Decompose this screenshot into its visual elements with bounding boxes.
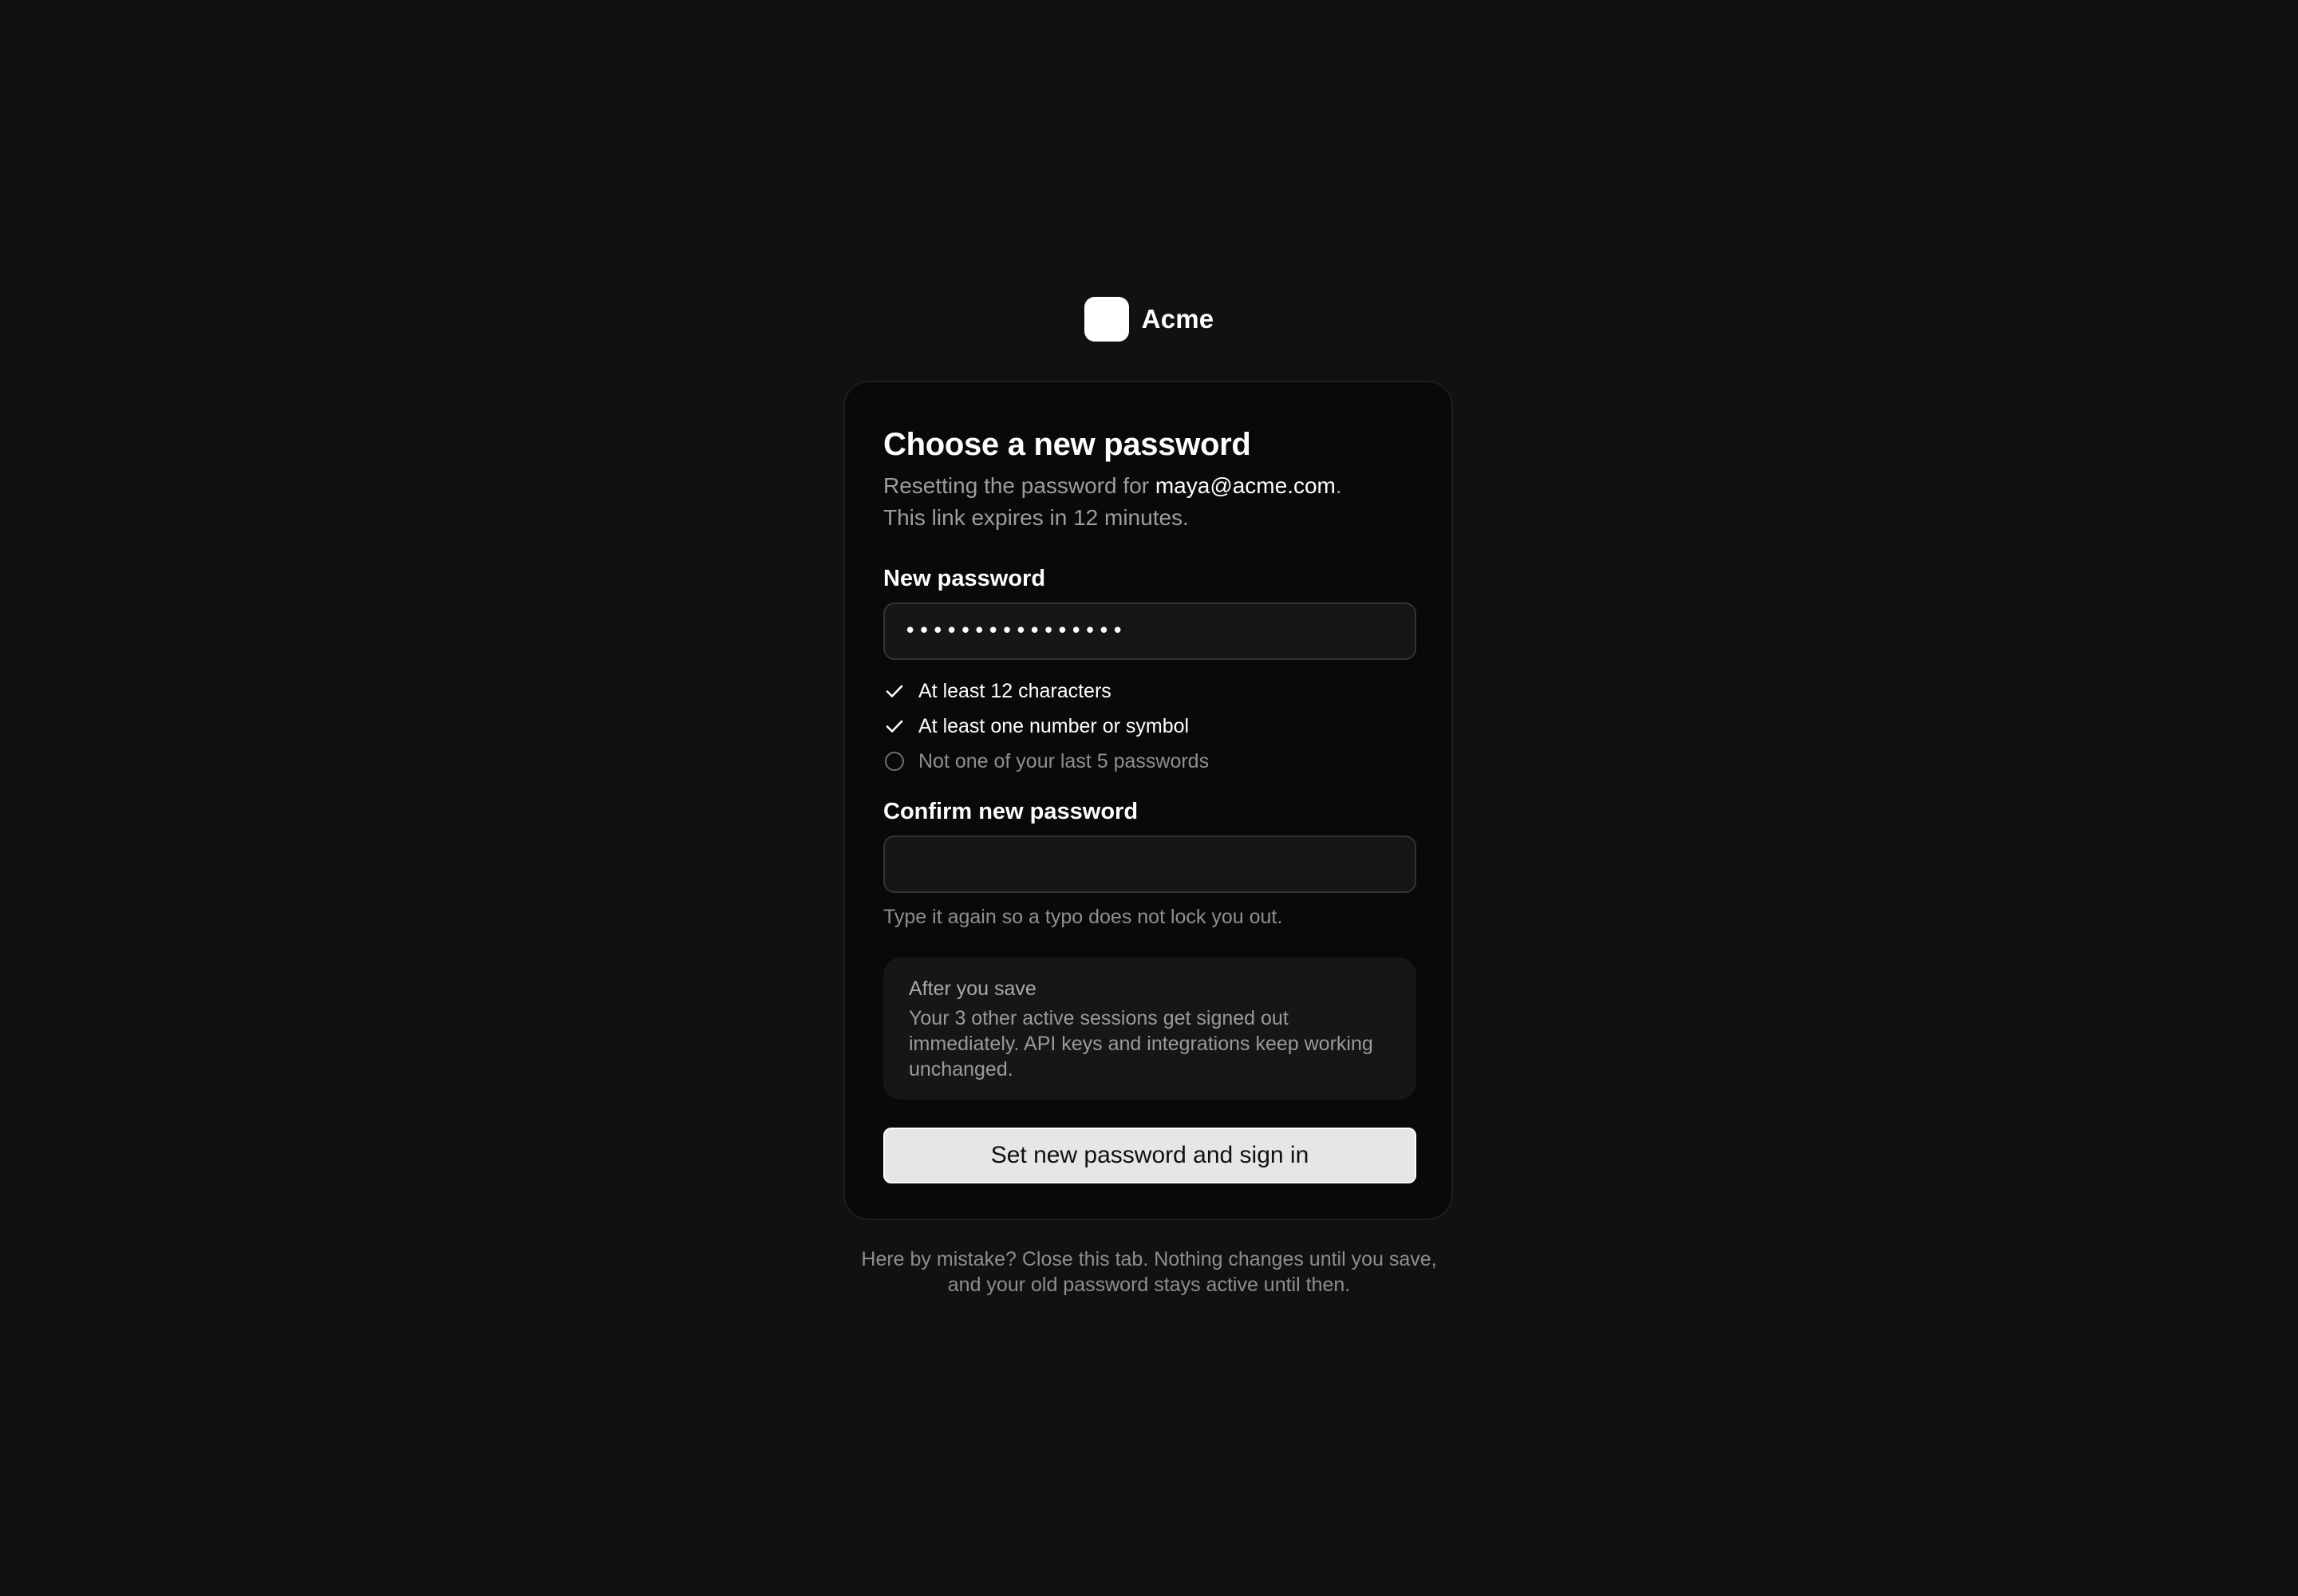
notice-title: After you save (909, 978, 1036, 1000)
password-requirements: At least 12 characters At least one numb… (883, 674, 1416, 779)
footer-line: Here by mistake? Close this tab. Nothing… (861, 1248, 1437, 1270)
reset-description: Resetting the password for maya@acme.com… (883, 470, 1416, 534)
requirement-number-symbol: At least one number or symbol (883, 709, 1416, 744)
notice-body: Your 3 other active sessions get signed … (909, 1007, 1373, 1080)
confirm-password-label: Confirm new password (883, 799, 1139, 824)
requirement-text: Not one of your last 5 passwords (918, 749, 1210, 772)
acme-logo-icon (1084, 297, 1129, 342)
confirm-password-hint: Type it again so a typo does not lock yo… (883, 906, 1283, 928)
requirement-min-length: At least 12 characters (883, 674, 1416, 709)
check-icon (883, 715, 906, 737)
reset-description-prefix: Resetting the password for (883, 473, 1155, 498)
reset-description-suffix: . (1335, 473, 1342, 498)
requirement-text: At least one number or symbol (918, 714, 1190, 737)
brand-name: Acme (1141, 304, 1214, 334)
footer-note: Here by mistake? Close this tab. Nothing… (830, 1246, 1468, 1298)
confirm-password-input[interactable] (885, 837, 1415, 891)
new-password-label: New password (883, 566, 1046, 591)
page-title: Choose a new password (883, 427, 1251, 462)
check-icon (883, 680, 906, 702)
reset-description-line1: Resetting the password for maya@acme.com… (883, 470, 1416, 502)
requirement-text: At least 12 characters (918, 679, 1111, 702)
circle-icon (883, 750, 906, 772)
after-save-notice: After you save Your 3 other active sessi… (883, 958, 1416, 1100)
brand-header: Acme (0, 297, 2298, 342)
link-expiry-text: This link expires in 12 minutes. (883, 505, 1189, 530)
account-email: maya@acme.com (1155, 473, 1336, 498)
set-password-button[interactable]: Set new password and sign in (883, 1128, 1416, 1183)
reset-password-card: Choose a new password Resetting the pass… (843, 381, 1453, 1220)
reset-password-page: Acme Choose a new password Resetting the… (0, 0, 2298, 1596)
new-password-input[interactable] (885, 604, 1415, 658)
requirement-not-reused: Not one of your last 5 passwords (883, 744, 1416, 779)
footer-line: and your old password stays active until… (947, 1274, 1351, 1296)
new-password-field-box (883, 602, 1416, 660)
confirm-password-field-box (883, 836, 1416, 893)
